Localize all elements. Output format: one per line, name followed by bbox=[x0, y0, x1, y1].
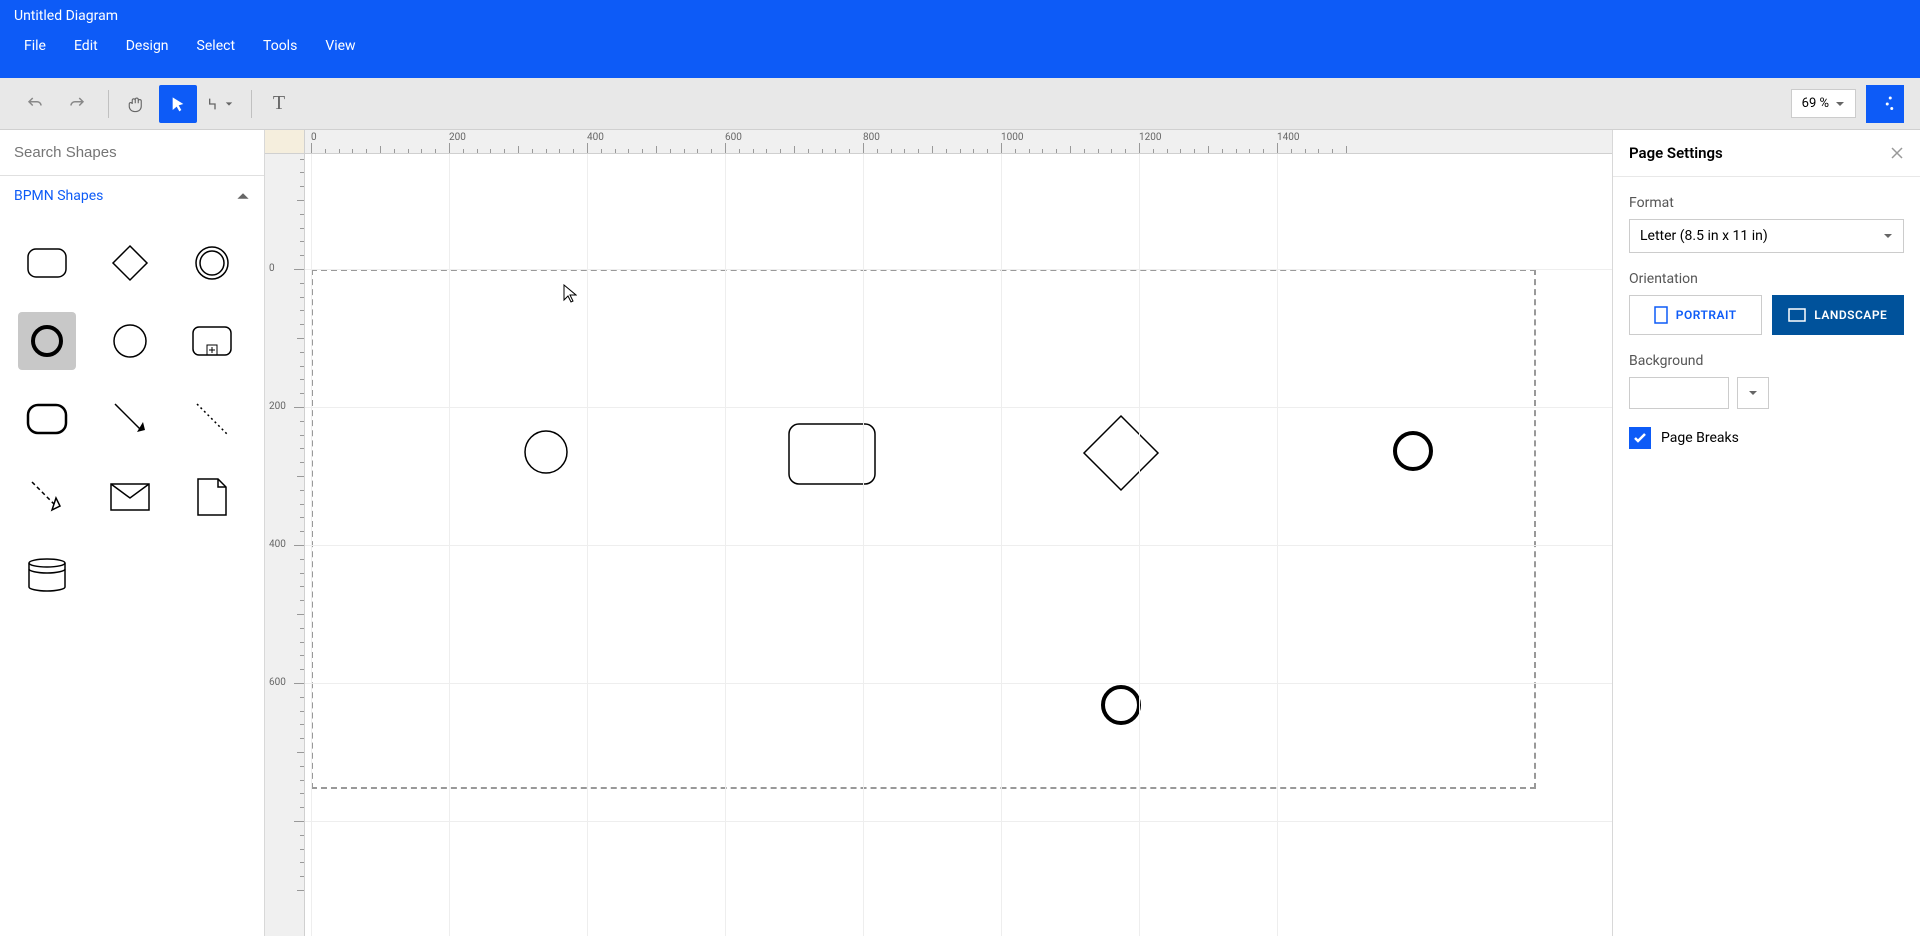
shapes-sidebar: BPMN Shapes bbox=[0, 130, 265, 936]
shapes-category-header[interactable]: BPMN Shapes bbox=[0, 176, 264, 216]
background-label: Background bbox=[1629, 353, 1904, 369]
canvas[interactable]: 0200400600800100012001400 0200400600 bbox=[265, 130, 1612, 936]
separator bbox=[108, 90, 109, 118]
canvas-end-event-2[interactable] bbox=[1099, 683, 1143, 731]
pagebreaks-row[interactable]: Page Breaks bbox=[1629, 427, 1904, 449]
pagebreaks-label: Page Breaks bbox=[1661, 430, 1739, 446]
shape-end-event[interactable] bbox=[18, 312, 76, 370]
chevron-down-icon bbox=[1883, 231, 1893, 241]
zoom-dropdown[interactable]: 69 % bbox=[1791, 89, 1856, 118]
shape-data-object[interactable] bbox=[183, 468, 241, 526]
app-header: Untitled Diagram File Edit Design Select… bbox=[0, 0, 1920, 78]
settings-button[interactable] bbox=[1866, 85, 1904, 123]
sliders-icon bbox=[1876, 95, 1894, 113]
menu-design[interactable]: Design bbox=[112, 30, 183, 62]
text-button[interactable]: T bbox=[260, 85, 298, 123]
ruler-horizontal: 0200400600800100012001400 bbox=[305, 130, 1612, 154]
canvas-content[interactable] bbox=[305, 154, 1612, 936]
background-color-swatch[interactable] bbox=[1629, 377, 1729, 409]
chevron-down-icon bbox=[1748, 388, 1758, 398]
portrait-icon bbox=[1654, 306, 1668, 324]
orientation-label: Orientation bbox=[1629, 271, 1904, 287]
pan-button[interactable] bbox=[117, 85, 155, 123]
separator bbox=[251, 90, 252, 118]
background-dropdown[interactable] bbox=[1737, 377, 1769, 409]
format-value: Letter (8.5 in x 11 in) bbox=[1640, 228, 1768, 244]
shape-data-store[interactable] bbox=[18, 546, 76, 604]
menu-bar: File Edit Design Select Tools View bbox=[0, 30, 1920, 72]
menu-select[interactable]: Select bbox=[183, 30, 249, 62]
shape-transaction[interactable] bbox=[18, 390, 76, 448]
settings-panel: Page Settings Format Letter (8.5 in x 11… bbox=[1612, 130, 1920, 936]
shape-subprocess[interactable] bbox=[183, 312, 241, 370]
shapes-search bbox=[0, 130, 264, 176]
pagebreaks-checkbox[interactable] bbox=[1629, 427, 1651, 449]
format-label: Format bbox=[1629, 195, 1904, 211]
ruler-corner bbox=[265, 130, 305, 154]
toolbar: T 69 % bbox=[0, 78, 1920, 130]
menu-edit[interactable]: Edit bbox=[60, 30, 112, 62]
select-button[interactable] bbox=[159, 85, 197, 123]
search-input[interactable] bbox=[14, 144, 250, 161]
shape-intermediate-event[interactable] bbox=[183, 234, 241, 292]
shape-gateway[interactable] bbox=[101, 234, 159, 292]
main-area: BPMN Shapes bbox=[0, 130, 1920, 936]
menu-view[interactable]: View bbox=[311, 30, 369, 62]
menu-tools[interactable]: Tools bbox=[249, 30, 311, 62]
panel-title: Page Settings bbox=[1629, 144, 1723, 162]
canvas-gateway[interactable] bbox=[1080, 412, 1162, 498]
format-select[interactable]: Letter (8.5 in x 11 in) bbox=[1629, 219, 1904, 253]
redo-button[interactable] bbox=[58, 85, 96, 123]
document-title[interactable]: Untitled Diagram bbox=[0, 0, 1920, 30]
portrait-button[interactable]: PORTRAIT bbox=[1629, 295, 1762, 335]
chevron-up-icon bbox=[236, 189, 250, 203]
menu-file[interactable]: File bbox=[10, 30, 60, 62]
chevron-down-icon bbox=[1835, 99, 1845, 109]
canvas-end-event-1[interactable] bbox=[1391, 429, 1435, 477]
portrait-label: PORTRAIT bbox=[1676, 308, 1737, 322]
shape-task[interactable] bbox=[18, 234, 76, 292]
landscape-button[interactable]: LANDSCAPE bbox=[1772, 295, 1905, 335]
connector-button[interactable] bbox=[201, 85, 239, 123]
shape-start-event[interactable] bbox=[101, 312, 159, 370]
check-icon bbox=[1633, 431, 1647, 445]
shape-association[interactable] bbox=[183, 390, 241, 448]
landscape-label: LANDSCAPE bbox=[1814, 308, 1887, 322]
shape-message-flow[interactable] bbox=[18, 468, 76, 526]
canvas-start-event[interactable] bbox=[523, 429, 569, 479]
zoom-value: 69 % bbox=[1802, 96, 1829, 111]
shapes-palette bbox=[0, 216, 264, 622]
shape-message[interactable] bbox=[101, 468, 159, 526]
undo-button[interactable] bbox=[16, 85, 54, 123]
close-icon[interactable] bbox=[1890, 146, 1904, 160]
page-boundary bbox=[311, 269, 1536, 789]
ruler-vertical: 0200400600 bbox=[265, 154, 305, 936]
landscape-icon bbox=[1788, 308, 1806, 322]
shape-sequence-flow[interactable] bbox=[101, 390, 159, 448]
panel-header: Page Settings bbox=[1613, 130, 1920, 177]
category-label: BPMN Shapes bbox=[14, 188, 103, 204]
